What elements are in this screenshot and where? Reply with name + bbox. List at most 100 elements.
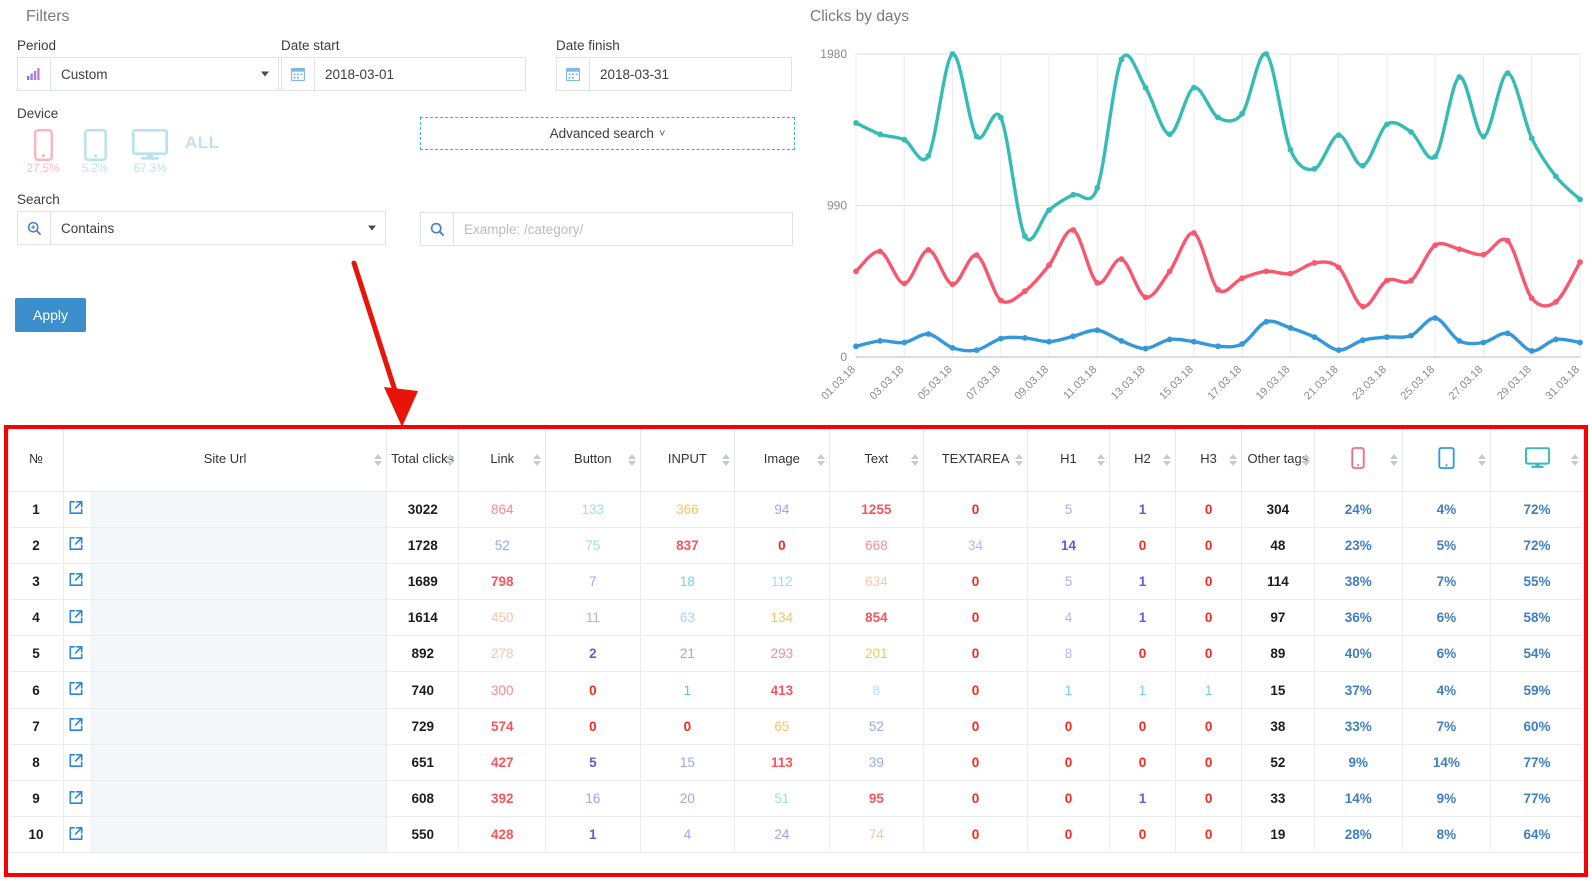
sort-toggle-mobile[interactable] bbox=[1389, 453, 1398, 466]
sort-toggle-h3[interactable] bbox=[1229, 453, 1238, 466]
table-header-input[interactable]: INPUT bbox=[639, 429, 736, 492]
chart-point-desktop bbox=[949, 51, 956, 57]
chart-point-tablet bbox=[1577, 339, 1583, 346]
sort-toggle-desktop[interactable] bbox=[1571, 453, 1579, 466]
date-finish-value[interactable]: 2018-03-31 bbox=[590, 58, 791, 90]
device-filter-all[interactable]: ALL bbox=[185, 133, 220, 153]
sort-toggle-link[interactable] bbox=[533, 453, 542, 466]
other-tags-cell: 114 bbox=[1241, 562, 1315, 601]
sort-toggle-image[interactable] bbox=[816, 453, 825, 466]
row-index: 10 bbox=[7, 816, 65, 854]
desktop-share-cell: 59% bbox=[1490, 671, 1584, 709]
table-header-total[interactable]: Total clicks bbox=[386, 429, 460, 492]
table-row: 7 729 574 0 0 65 52 0 0 0 0 38 33% 7% 60% bbox=[7, 707, 1584, 745]
external-link-icon[interactable] bbox=[69, 754, 83, 771]
link-clicks-cell: 427 bbox=[458, 743, 547, 782]
external-link-icon[interactable] bbox=[69, 501, 83, 518]
sort-toggle-othertags[interactable] bbox=[1301, 453, 1310, 466]
chart-point-desktop bbox=[901, 136, 908, 143]
chart-point-mobile bbox=[997, 297, 1004, 304]
table-header-othertags[interactable]: Other tags bbox=[1241, 429, 1315, 492]
site-url-redacted bbox=[90, 781, 387, 817]
device-filter-mobile[interactable]: 27.5% bbox=[17, 129, 69, 175]
sort-toggle-button[interactable] bbox=[627, 453, 636, 466]
advanced-search-toggle[interactable]: Advanced search ˅ bbox=[420, 117, 795, 150]
search-query-input-group[interactable]: Example: /category/ bbox=[420, 212, 793, 246]
h2-clicks-cell: 1 bbox=[1108, 671, 1177, 709]
text-clicks-cell: 1255 bbox=[828, 490, 925, 528]
table-row: 6 740 300 0 1 413 8 0 1 1 1 15 37% 4% 59% bbox=[7, 671, 1584, 709]
chart-point-desktop bbox=[1191, 84, 1197, 91]
chart-point-tablet bbox=[1142, 345, 1149, 352]
date-start-value[interactable]: 2018-03-01 bbox=[315, 58, 525, 90]
chart-point-mobile bbox=[1142, 294, 1149, 301]
sort-toggle-url[interactable] bbox=[374, 453, 383, 466]
chart-point-mobile bbox=[925, 247, 932, 253]
chevron-down-icon: ˅ bbox=[658, 127, 666, 140]
date-start-input[interactable]: 2018-03-01 bbox=[281, 57, 526, 91]
input-clicks-cell: 63 bbox=[639, 599, 736, 637]
sort-toggle-tablet[interactable] bbox=[1478, 453, 1486, 466]
table-header-mobile[interactable] bbox=[1313, 429, 1403, 492]
row-index: 7 bbox=[7, 707, 65, 745]
table-header-url[interactable]: Site Url bbox=[63, 429, 388, 492]
tablet-share-cell: 5% bbox=[1401, 526, 1492, 564]
chart-point-mobile bbox=[1263, 268, 1270, 275]
external-link-icon[interactable] bbox=[69, 718, 83, 735]
mobile-icon bbox=[1351, 447, 1365, 469]
sort-toggle-input[interactable] bbox=[722, 453, 731, 466]
sort-toggle-total[interactable] bbox=[446, 453, 455, 466]
sort-toggle-h1[interactable] bbox=[1096, 453, 1105, 466]
h3-clicks-cell: 0 bbox=[1175, 526, 1243, 564]
device-tablet-pct: 5.2% bbox=[81, 163, 109, 175]
button-clicks-cell: 0 bbox=[545, 671, 641, 709]
desktop-icon bbox=[1524, 447, 1550, 473]
total-clicks-cell: 608 bbox=[386, 779, 460, 818]
table-header-text[interactable]: Text bbox=[828, 429, 925, 492]
device-filter-tablet[interactable]: 5.2% bbox=[69, 129, 121, 175]
table-header-h1[interactable]: H1 bbox=[1027, 429, 1110, 492]
external-link-icon[interactable] bbox=[69, 826, 83, 843]
table-header-desktop[interactable] bbox=[1490, 429, 1584, 492]
image-clicks-cell: 51 bbox=[734, 779, 830, 818]
date-finish-input[interactable]: 2018-03-31 bbox=[556, 57, 792, 91]
mobile-share-cell: 23% bbox=[1313, 526, 1403, 564]
mobile-share-cell: 37% bbox=[1313, 671, 1403, 709]
search-mode-select[interactable]: Contains bbox=[17, 211, 386, 245]
external-link-icon[interactable] bbox=[69, 682, 83, 699]
table-header-textarea[interactable]: TEXTAREA bbox=[923, 429, 1029, 492]
table-header-link[interactable]: Link bbox=[458, 429, 547, 492]
table-header-h3[interactable]: H3 bbox=[1175, 429, 1243, 492]
sort-toggle-text[interactable] bbox=[911, 453, 920, 466]
sort-toggle-h2[interactable] bbox=[1163, 453, 1172, 466]
chart-point-tablet bbox=[925, 331, 932, 337]
chart-point-tablet bbox=[1384, 334, 1390, 340]
external-link-icon[interactable] bbox=[69, 573, 83, 590]
external-link-icon[interactable] bbox=[69, 537, 83, 554]
sort-toggle-textarea[interactable] bbox=[1015, 453, 1024, 466]
chart-point-tablet bbox=[1553, 336, 1559, 343]
row-index: 9 bbox=[7, 779, 65, 818]
input-clicks-cell: 4 bbox=[639, 816, 736, 854]
table-header-tablet[interactable] bbox=[1401, 429, 1492, 492]
chart-point-desktop bbox=[1335, 132, 1342, 138]
search-input[interactable]: Example: /category/ bbox=[454, 213, 792, 245]
table-header-h2[interactable]: H2 bbox=[1108, 429, 1177, 492]
x-axis-tick: 27.03.18 bbox=[1447, 364, 1486, 403]
device-filter-desktop[interactable]: 67.3% bbox=[121, 129, 179, 175]
table-header-button[interactable]: Button bbox=[545, 429, 641, 492]
desktop-share-cell: 72% bbox=[1490, 526, 1584, 564]
external-link-icon[interactable] bbox=[69, 645, 83, 662]
link-clicks-cell: 798 bbox=[458, 562, 547, 601]
h3-clicks-cell: 0 bbox=[1175, 816, 1243, 854]
period-select[interactable]: Custom bbox=[17, 57, 279, 91]
row-index: 8 bbox=[7, 743, 65, 782]
external-link-icon[interactable] bbox=[69, 790, 83, 807]
external-link-icon[interactable] bbox=[69, 609, 83, 626]
apply-button[interactable]: Apply bbox=[15, 298, 87, 332]
other-tags-cell: 89 bbox=[1241, 635, 1315, 673]
mobile-icon bbox=[33, 129, 53, 161]
table-header-image[interactable]: Image bbox=[734, 429, 830, 492]
total-clicks-cell: 1614 bbox=[386, 599, 460, 637]
chart-point-mobile bbox=[1118, 256, 1125, 262]
